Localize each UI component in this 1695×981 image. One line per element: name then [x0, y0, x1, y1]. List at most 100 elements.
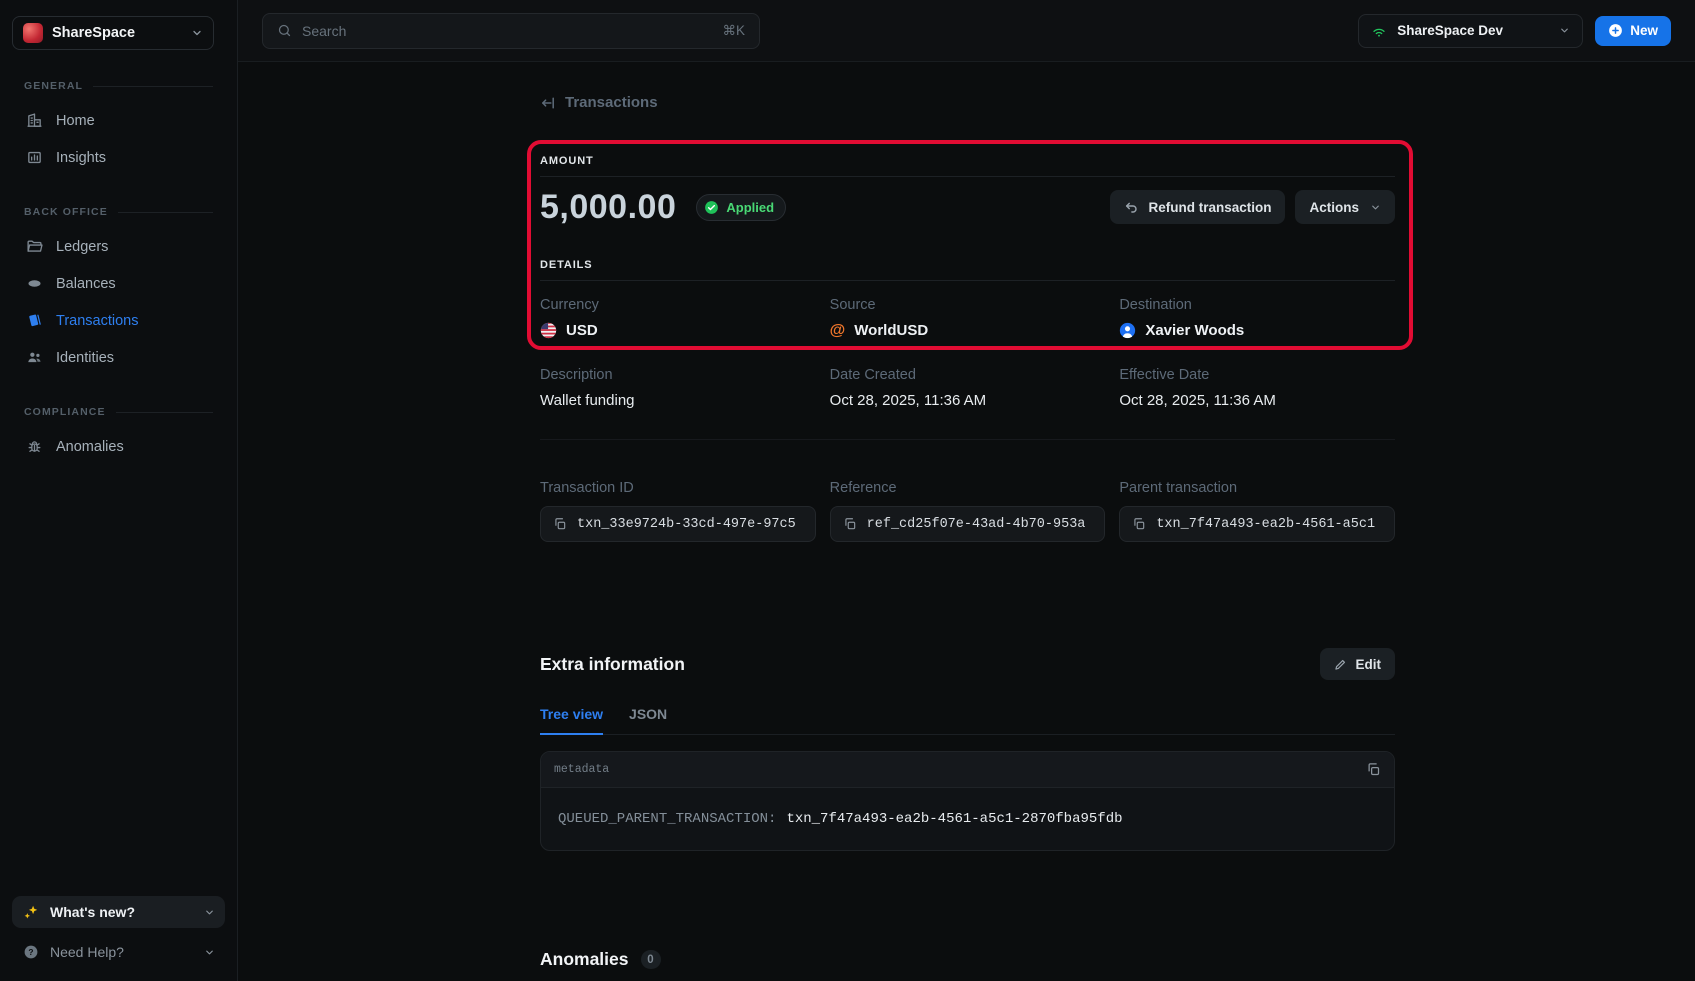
chevron-down-icon — [1559, 25, 1570, 36]
bug-icon — [26, 438, 43, 455]
sidebar-section-general: GENERAL Home Insights — [12, 80, 225, 176]
topbar: ⌘K ShareSpace Dev New — [238, 0, 1695, 62]
copy-icon[interactable] — [1366, 762, 1381, 777]
sparkles-icon — [23, 904, 39, 920]
chevron-down-icon — [191, 27, 203, 39]
sidebar-item-transactions[interactable]: Transactions — [12, 302, 225, 339]
sidebar-item-label: Identities — [56, 350, 114, 366]
us-flag-icon — [540, 322, 557, 339]
currency-label: Currency — [540, 297, 816, 313]
transaction-id-label: Transaction ID — [540, 480, 816, 496]
whats-new-label: What's new? — [50, 904, 193, 920]
reference-label: Reference — [830, 480, 1106, 496]
need-help-button[interactable]: ? Need Help? — [12, 937, 225, 967]
extra-information-tabs: Tree view JSON — [540, 706, 1395, 735]
parent-transaction-label: Parent transaction — [1119, 480, 1395, 496]
description-label: Description — [540, 367, 816, 383]
chevron-down-icon — [204, 947, 215, 958]
need-help-label: Need Help? — [50, 944, 193, 960]
currency-field: Currency USD — [540, 297, 816, 339]
workspace-avatar — [23, 23, 43, 43]
copy-icon — [843, 517, 857, 531]
details-section-label: DETAILS — [540, 259, 1395, 271]
chevron-down-icon — [1370, 202, 1381, 213]
sidebar-item-label: Ledgers — [56, 239, 108, 255]
transaction-id-field: Transaction ID txn_33e9724b-33cd-497e-97… — [540, 480, 816, 542]
section-label-general: GENERAL — [24, 80, 83, 92]
date-created-field: Date Created Oct 28, 2025, 11:36 AM — [830, 367, 1106, 409]
workspace-name: ShareSpace — [52, 25, 182, 41]
breadcrumb-label: Transactions — [565, 94, 658, 111]
search-shortcut: ⌘K — [722, 23, 745, 39]
transaction-id-value: txn_33e9724b-33cd-497e-97c5 — [577, 517, 796, 532]
person-circle-icon — [1119, 322, 1136, 339]
description-value: Wallet funding — [540, 392, 816, 409]
edit-button[interactable]: Edit — [1320, 648, 1396, 680]
refund-transaction-button[interactable]: Refund transaction — [1110, 190, 1285, 224]
effective-date-field: Effective Date Oct 28, 2025, 11:36 AM — [1119, 367, 1395, 409]
reference-field: Reference ref_cd25f07e-43ad-4b70-953a — [830, 480, 1106, 542]
transactions-stack-icon — [26, 312, 43, 329]
new-button[interactable]: New — [1595, 16, 1671, 46]
new-button-label: New — [1630, 23, 1658, 38]
refund-button-label: Refund transaction — [1148, 200, 1271, 215]
copy-icon — [1132, 517, 1146, 531]
sidebar-item-home[interactable]: Home — [12, 102, 225, 139]
extra-information-header: Extra information Edit — [540, 648, 1395, 680]
amount-row: 5,000.00 Applied Refund transaction — [540, 185, 1395, 229]
sidebar-section-back-office: BACK OFFICE Ledgers Balances Transacti — [12, 206, 225, 376]
destination-field: Destination Xavier Woods — [1119, 297, 1395, 339]
edit-button-label: Edit — [1356, 657, 1382, 672]
currency-value: USD — [566, 322, 598, 339]
section-label-compliance: COMPLIANCE — [24, 406, 106, 418]
bar-chart-icon — [26, 149, 43, 166]
folder-icon — [26, 238, 43, 255]
check-circle-icon — [704, 200, 719, 215]
transaction-id-chip[interactable]: txn_33e9724b-33cd-497e-97c5 — [540, 506, 816, 542]
sidebar-section-compliance: COMPLIANCE Anomalies — [12, 406, 225, 465]
anomalies-header: Anomalies 0 — [540, 949, 1395, 970]
sidebar-item-identities[interactable]: Identities — [12, 339, 225, 376]
sidebar-item-anomalies[interactable]: Anomalies — [12, 428, 225, 465]
divider — [540, 439, 1395, 440]
amount-section-label: AMOUNT — [540, 155, 1395, 167]
search-box[interactable]: ⌘K — [262, 13, 760, 49]
wifi-icon — [1371, 23, 1387, 39]
actions-button[interactable]: Actions — [1295, 190, 1395, 224]
search-input[interactable] — [302, 23, 712, 39]
whats-new-button[interactable]: What's new? — [12, 896, 225, 928]
tab-tree-view[interactable]: Tree view — [540, 706, 603, 735]
extra-information-title: Extra information — [540, 654, 685, 675]
metadata-title: metadata — [554, 763, 1366, 776]
sidebar: ShareSpace GENERAL Home Insights — [0, 0, 238, 981]
details-grid-row-2: Description Wallet funding Date Created … — [540, 367, 1395, 409]
sidebar-item-label: Home — [56, 113, 95, 129]
metadata-body: QUEUED_PARENT_TRANSACTION: txn_7f47a493-… — [541, 788, 1394, 850]
source-value: WorldUSD — [854, 322, 928, 339]
people-icon — [26, 349, 43, 366]
sidebar-item-label: Insights — [56, 150, 106, 166]
reference-chip[interactable]: ref_cd25f07e-43ad-4b70-953a — [830, 506, 1106, 542]
tab-json[interactable]: JSON — [629, 706, 667, 735]
undo-icon — [1124, 200, 1139, 215]
metadata-panel: metadata QUEUED_PARENT_TRANSACTION: txn_… — [540, 751, 1395, 851]
metadata-value: txn_7f47a493-ea2b-4561-a5c1-2870fba95fdb — [786, 811, 1122, 827]
at-sign-icon: @ — [830, 323, 846, 339]
sidebar-item-balances[interactable]: Balances — [12, 265, 225, 302]
environment-name: ShareSpace Dev — [1397, 23, 1549, 38]
workspace-switcher[interactable]: ShareSpace — [12, 16, 214, 50]
building-icon — [26, 112, 43, 129]
sidebar-item-ledgers[interactable]: Ledgers — [12, 228, 225, 265]
sidebar-footer: What's new? ? Need Help? — [12, 896, 225, 967]
parent-transaction-chip[interactable]: txn_7f47a493-ea2b-4561-a5c1 — [1119, 506, 1395, 542]
sidebar-item-insights[interactable]: Insights — [12, 139, 225, 176]
metadata-key: QUEUED_PARENT_TRANSACTION: — [558, 811, 776, 827]
search-icon — [277, 23, 292, 38]
environment-select[interactable]: ShareSpace Dev — [1358, 14, 1583, 48]
sidebar-item-label: Anomalies — [56, 439, 124, 455]
divider — [540, 280, 1395, 281]
breadcrumb-transactions[interactable]: Transactions — [540, 94, 658, 111]
parent-transaction-value: txn_7f47a493-ea2b-4561-a5c1 — [1156, 517, 1375, 532]
sidebar-item-label: Transactions — [56, 313, 138, 329]
details-grid-row-1: Currency USD Source @ WorldUSD — [540, 297, 1395, 339]
